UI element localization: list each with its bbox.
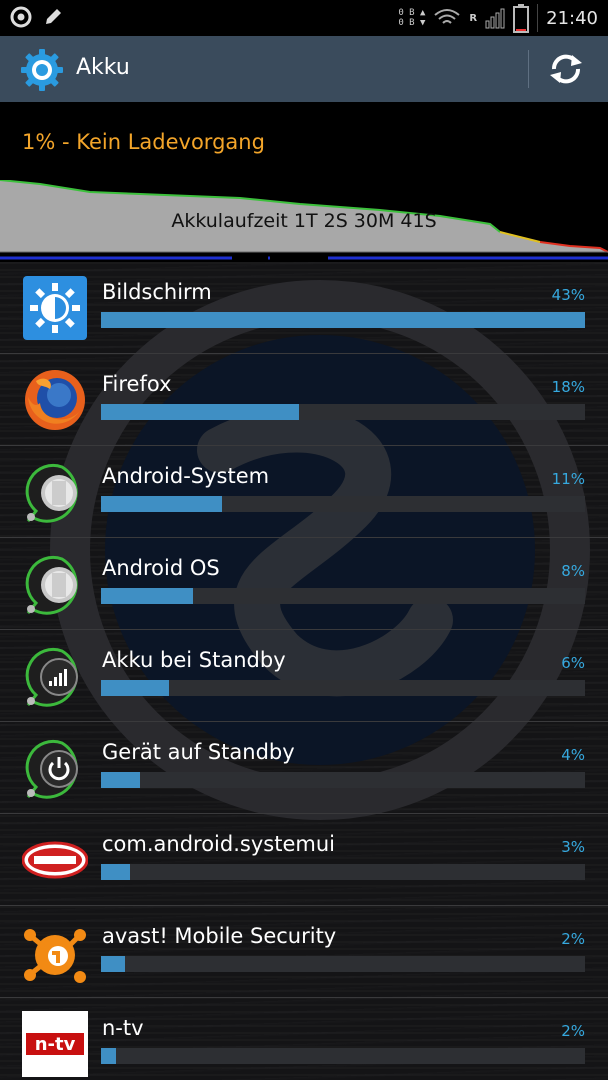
usage-row-avast[interactable]: avast! Mobile Security 2% — [0, 906, 608, 998]
battery-status-area: 1% - Kein Ladevorgang Akkulaufzeit 1T 2S… — [0, 102, 608, 262]
status-bar: 0 B ▲ 0 B ▼ R 21:40 — [0, 0, 608, 36]
app-name: Gerät auf Standby — [102, 740, 295, 764]
usage-bar-fill — [101, 864, 131, 880]
usage-percent: 11% — [551, 470, 585, 488]
settings-gear-icon[interactable] — [20, 48, 64, 92]
android-system-icon — [25, 463, 78, 523]
usage-bar-fill — [101, 772, 140, 788]
usage-bar-fill — [101, 1048, 116, 1064]
usage-bar — [101, 588, 585, 604]
roaming-indicator: R — [469, 12, 478, 24]
pencil-icon — [46, 9, 61, 24]
usage-bar — [101, 864, 585, 880]
app-name: Android-System — [102, 464, 270, 488]
data-counter: 0 B ▲ 0 B ▼ — [398, 8, 426, 28]
usage-percent: 6% — [561, 654, 585, 672]
usage-bar — [101, 1048, 585, 1064]
usage-bar — [101, 404, 585, 420]
usage-bar-fill — [101, 404, 300, 420]
screen-brightness-icon — [23, 276, 87, 340]
battery-runtime-label: Akkulaufzeit 1T 2S 30M 41S — [171, 210, 437, 232]
usage-row-akku-bei-standby[interactable]: Akku bei Standby 6% — [0, 630, 608, 722]
usage-bar — [101, 496, 585, 512]
avast-icon — [24, 929, 86, 983]
usage-row-geraet-auf-standby[interactable]: Gerät auf Standby 4% — [0, 722, 608, 814]
usage-percent: 2% — [561, 930, 585, 948]
usage-percent: 8% — [561, 562, 585, 580]
usage-row-android-os[interactable]: Android OS 8% — [0, 538, 608, 630]
usage-percent: 18% — [551, 378, 585, 396]
usage-bar — [101, 680, 585, 696]
android-os-icon — [25, 555, 78, 615]
usage-percent: 3% — [561, 838, 585, 856]
usage-bar-fill — [101, 956, 126, 972]
app-name: Akku bei Standby — [102, 648, 286, 672]
usage-row-firefox[interactable]: Firefox 18% — [0, 354, 608, 446]
battery-icon — [513, 4, 530, 33]
usage-row-bildschirm[interactable]: Bildschirm 43% — [0, 262, 608, 354]
refresh-icon[interactable] — [546, 51, 586, 87]
wifi-icon — [434, 9, 461, 24]
svg-text:n-tv: n-tv — [35, 1034, 76, 1055]
usage-bar-fill — [101, 312, 585, 328]
page-title: Akku — [76, 55, 130, 80]
app-name: n-tv — [102, 1016, 144, 1040]
signal-bars-icon — [25, 647, 78, 707]
action-bar-divider — [528, 50, 529, 88]
battery-status-text: 1% - Kein Ladevorgang — [22, 130, 265, 154]
usage-bar — [101, 312, 585, 328]
ntv-logo-icon: n-tv — [22, 1011, 88, 1077]
usage-row-systemui[interactable]: com.android.systemui 3% — [0, 814, 608, 906]
usage-bar-fill — [101, 680, 169, 696]
app-name: avast! Mobile Security — [102, 924, 337, 948]
power-icon — [25, 739, 78, 799]
signal-icon — [485, 8, 505, 29]
app-name: com.android.systemui — [102, 832, 335, 856]
usage-bar — [101, 772, 585, 788]
usage-row-android-system[interactable]: Android-System 11% — [0, 446, 608, 538]
app-name: Bildschirm — [102, 280, 212, 304]
notification-app-icon — [10, 6, 32, 28]
usage-percent: 4% — [561, 746, 585, 764]
action-bar: Akku — [0, 36, 608, 102]
usage-percent: 2% — [561, 1022, 585, 1040]
usage-list: Bildschirm 43% Firefox 18% Android-Syste… — [0, 262, 608, 1080]
app-name: Firefox — [102, 372, 172, 396]
usage-bar — [101, 956, 585, 972]
usage-bar-fill — [101, 496, 222, 512]
firefox-icon — [25, 370, 85, 430]
app-name: Android OS — [102, 556, 220, 580]
usage-percent: 43% — [551, 286, 585, 304]
famous-logo-icon — [22, 841, 88, 879]
clock: 21:40 — [546, 7, 598, 29]
usage-bar-fill — [101, 588, 193, 604]
usage-row-ntv[interactable]: n-tv n-tv 2% — [0, 998, 608, 1080]
